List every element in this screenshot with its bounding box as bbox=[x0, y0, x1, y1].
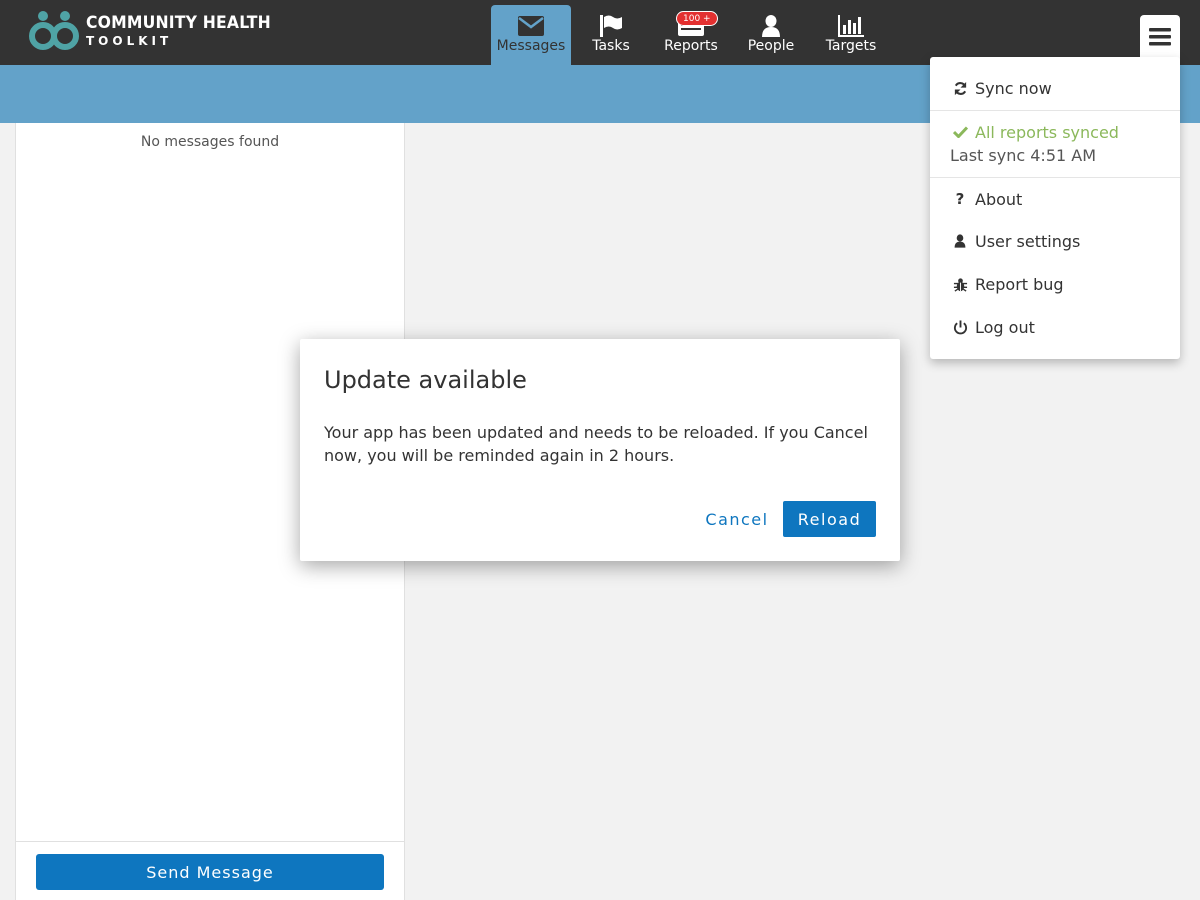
tab-reports-label: Reports bbox=[664, 38, 718, 54]
tab-people-label: People bbox=[747, 38, 795, 54]
brand-subname: TOOLKIT bbox=[86, 34, 173, 48]
dialog-title: Update available bbox=[324, 366, 527, 394]
menu-about-label: About bbox=[975, 189, 1023, 209]
bug-icon bbox=[953, 277, 967, 292]
bar-chart-icon bbox=[838, 15, 864, 37]
tab-tasks[interactable]: Tasks bbox=[571, 5, 651, 65]
sync-status-text: All reports synced bbox=[975, 122, 1119, 142]
infinity-logo-icon bbox=[29, 11, 79, 50]
tab-messages[interactable]: Messages bbox=[491, 5, 571, 65]
tab-tasks-label: Tasks bbox=[592, 38, 630, 54]
cancel-button[interactable]: Cancel bbox=[693, 501, 781, 537]
flag-icon bbox=[600, 15, 622, 37]
user-icon bbox=[954, 234, 966, 248]
sync-status: All reports synced Last sync 4:51 AM bbox=[930, 120, 1180, 167]
update-dialog: Update available Your app has been updat… bbox=[300, 339, 900, 561]
app-logo[interactable]: COMMUNITY HEALTH TOOLKIT bbox=[28, 10, 271, 54]
top-header: COMMUNITY HEALTH TOOLKIT Messages Tasks bbox=[0, 0, 1200, 65]
menu-sync-now-label: Sync now bbox=[975, 78, 1052, 98]
tab-targets[interactable]: Targets bbox=[811, 5, 891, 65]
question-icon: ? bbox=[955, 190, 965, 208]
menu-user-settings-label: User settings bbox=[975, 231, 1081, 251]
brand-name: COMMUNITY HEALTH bbox=[86, 13, 271, 33]
tab-messages-label: Messages bbox=[496, 38, 566, 54]
menu-divider bbox=[930, 177, 1180, 178]
menu-user-settings[interactable]: User settings bbox=[930, 221, 1180, 261]
refresh-icon bbox=[954, 81, 966, 95]
dialog-body: Your app has been updated and needs to b… bbox=[324, 423, 868, 465]
hamburger-icon bbox=[1149, 28, 1171, 46]
check-icon bbox=[952, 126, 968, 138]
menu-log-out-label: Log out bbox=[975, 317, 1035, 337]
menu-report-bug[interactable]: Report bug bbox=[930, 264, 1180, 304]
user-icon bbox=[762, 15, 780, 37]
empty-messages-text: No messages found bbox=[140, 134, 280, 150]
menu-about[interactable]: ? About bbox=[930, 179, 1180, 219]
power-icon bbox=[953, 319, 967, 334]
reload-button[interactable]: Reload bbox=[783, 501, 876, 537]
envelope-icon bbox=[518, 16, 544, 36]
send-message-button[interactable]: Send Message bbox=[36, 854, 384, 890]
last-sync-text: Last sync 4:51 AM bbox=[950, 146, 1097, 165]
menu-report-bug-label: Report bug bbox=[975, 274, 1064, 294]
reports-count-badge: 100 + bbox=[676, 11, 718, 26]
menu-divider bbox=[930, 110, 1180, 111]
app-menu-dropdown: Sync now All reports synced Last sync 4:… bbox=[930, 57, 1180, 359]
message-list-footer: Send Message bbox=[16, 841, 404, 900]
menu-log-out[interactable]: Log out bbox=[930, 307, 1180, 347]
tab-targets-label: Targets bbox=[825, 38, 877, 54]
menu-sync-now[interactable]: Sync now bbox=[930, 68, 1180, 108]
tab-people[interactable]: People bbox=[731, 5, 811, 65]
